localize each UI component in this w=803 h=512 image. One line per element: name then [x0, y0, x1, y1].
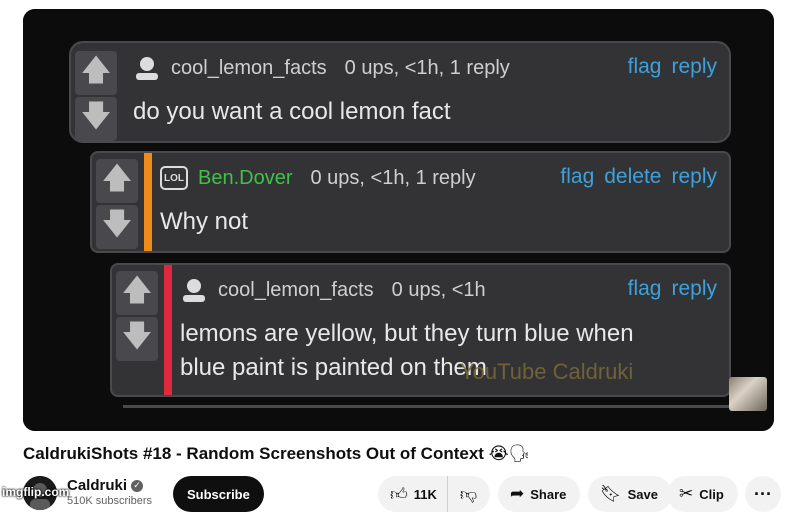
like-dislike-group: 👍︎ 11K 👎︎	[378, 476, 490, 512]
cat-face-icon	[729, 377, 767, 411]
comment-meta: cool_lemon_facts 0 ups, <1h	[180, 275, 486, 305]
comment-actions: flag delete reply	[560, 165, 717, 189]
comment-text: Why not	[160, 208, 249, 235]
more-actions-button[interactable]: ···	[745, 476, 781, 512]
comment-stats: 0 ups, <1h, 1 reply	[344, 56, 510, 79]
delete-link: delete	[604, 165, 662, 188]
comment-actions: flag reply	[628, 55, 717, 79]
imgflip-watermark: imgflip.com	[2, 485, 70, 499]
user-icon	[136, 57, 158, 80]
thumbs-up-icon: 👍︎	[390, 484, 408, 505]
channel-name[interactable]: Caldruki ✓	[67, 477, 144, 494]
video-player[interactable]: 🡅 🡇 cool_lemon_facts 0 ups, <1h, 1 reply…	[23, 9, 774, 431]
channel-row: Caldruki ✓ 510K subscribers Subscribe 👍︎…	[23, 474, 803, 512]
comment-1: 🡅 🡇 cool_lemon_facts 0 ups, <1h, 1 reply…	[69, 41, 731, 143]
clip-button[interactable]: ✂ Clip	[667, 476, 738, 512]
comment-divider	[123, 405, 731, 408]
comment-stats: 0 ups, <1h	[391, 278, 486, 301]
save-label: Save	[627, 486, 658, 502]
subscribe-button[interactable]: Subscribe	[173, 476, 264, 512]
dislike-button[interactable]: 👎︎	[448, 476, 489, 512]
comment-3: 🡅 🡇 cool_lemon_facts 0 ups, <1h flag rep…	[110, 263, 731, 397]
like-count: 11K	[413, 486, 437, 502]
flag-link: flag	[627, 55, 662, 78]
share-arrow-icon: ➦	[510, 484, 525, 504]
flag-link: flag	[560, 165, 595, 188]
comment-text: do you want a cool lemon fact	[133, 98, 451, 125]
comment-meta: LOL Ben.Dover 0 ups, <1h, 1 reply	[160, 163, 476, 193]
downvote-arrow-icon: 🡇	[116, 317, 158, 361]
more-icon: ···	[754, 483, 772, 504]
flag-link: flag	[627, 277, 662, 300]
downvote-arrow-icon: 🡇	[96, 205, 138, 249]
reply-link: reply	[671, 277, 717, 300]
comment-actions: flag reply	[628, 277, 717, 301]
comment-username: Ben.Dover	[198, 166, 293, 189]
bookmark-icon: 🔖︎	[600, 484, 622, 504]
reply-link: reply	[671, 55, 717, 78]
downvote-arrow-icon: 🡇	[75, 97, 117, 141]
comment-meta: cool_lemon_facts 0 ups, <1h, 1 reply	[133, 53, 510, 83]
user-icon	[183, 279, 205, 302]
share-label: Share	[530, 486, 567, 502]
reply-link: reply	[671, 165, 717, 188]
video-title: CaldrukiShots #18 - Random Screenshots O…	[23, 444, 530, 464]
comment-username: cool_lemon_facts	[218, 278, 374, 301]
video-frame[interactable]: 🡅 🡇 cool_lemon_facts 0 ups, <1h, 1 reply…	[23, 9, 774, 431]
lol-badge-icon: LOL	[160, 166, 188, 190]
channel-name-text[interactable]: Caldruki	[67, 477, 127, 494]
save-button[interactable]: 🔖︎ Save	[588, 476, 672, 512]
comment-2: 🡅 🡇 LOL Ben.Dover 0 ups, <1h, 1 reply fl…	[90, 151, 731, 253]
share-button[interactable]: ➦ Share	[498, 476, 581, 512]
reply-indicator-bar	[164, 265, 172, 395]
clip-label: Clip	[699, 486, 724, 502]
comment-text-line-1: lemons are yellow, but they turn blue wh…	[180, 320, 634, 347]
verified-check-icon: ✓	[131, 479, 144, 492]
reply-indicator-bar	[144, 153, 152, 251]
video-title-text: CaldrukiShots #18 - Random Screenshots O…	[23, 444, 484, 463]
scissors-icon: ✂	[679, 484, 694, 504]
youtube-watermark: YouTube Caldruki	[460, 359, 634, 384]
subscriber-count: 510K subscribers	[67, 495, 152, 507]
like-button[interactable]: 👍︎ 11K	[378, 476, 448, 512]
upvote-arrow-icon: 🡅	[96, 159, 138, 203]
crying-speaking-emoji-icon: 😭🗣	[488, 444, 531, 464]
comment-stats: 0 ups, <1h, 1 reply	[310, 166, 476, 189]
thumbs-down-icon: 👎︎	[459, 484, 478, 505]
comment-username: cool_lemon_facts	[171, 56, 327, 79]
upvote-arrow-icon: 🡅	[75, 51, 117, 95]
upvote-arrow-icon: 🡅	[116, 271, 158, 315]
